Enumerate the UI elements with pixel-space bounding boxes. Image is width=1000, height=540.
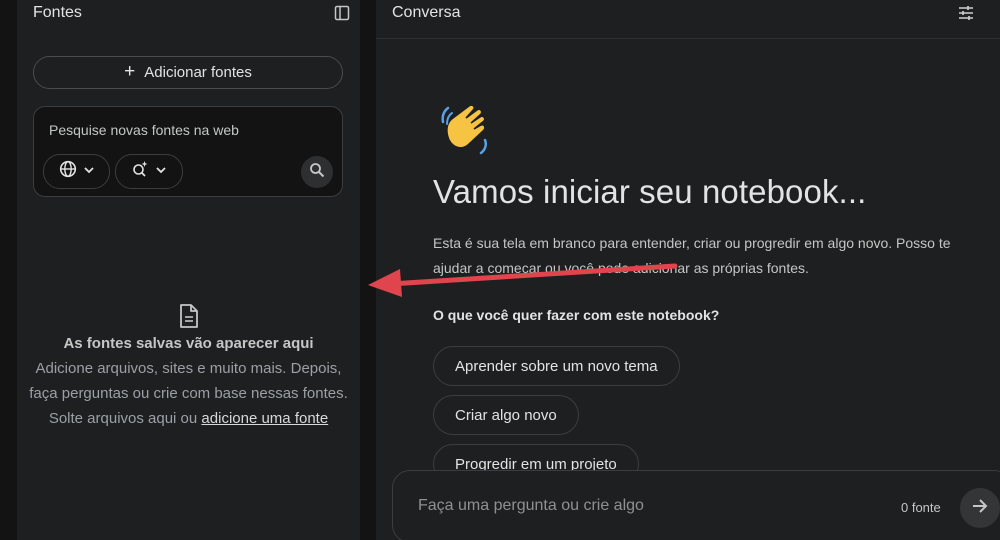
chat-composer: 0 fonte	[392, 470, 1000, 540]
tune-settings-icon[interactable]	[958, 5, 974, 21]
add-sources-label: Adicionar fontes	[144, 64, 252, 81]
add-sources-button[interactable]: + Adicionar fontes	[33, 56, 343, 89]
sources-title: Fontes	[33, 4, 82, 21]
source-count-badge: 0 fonte	[901, 500, 941, 515]
waving-hand-icon	[439, 100, 495, 156]
sources-header: Fontes	[17, 0, 360, 26]
web-search-card	[33, 106, 343, 197]
globe-icon	[59, 160, 77, 183]
document-icon	[178, 303, 200, 329]
sources-panel: Fontes + Adicionar fontes Pesquise novas…	[17, 0, 360, 540]
empty-state-title: As fontes salvas vão aparecer aqui	[63, 335, 314, 352]
send-button[interactable]	[960, 488, 1000, 528]
add-source-link[interactable]: adicione uma fonte	[201, 410, 328, 427]
chat-panel: Conversa Vamos iniciar seu notebook... E…	[376, 0, 1000, 540]
suggestion-chip-create[interactable]: Criar algo novo	[433, 395, 579, 435]
chevron-down-icon	[155, 163, 167, 181]
notebook-question: O que você quer fazer com este notebook?	[433, 307, 720, 323]
plus-icon: +	[124, 61, 136, 82]
web-search-input[interactable]	[49, 122, 319, 138]
chevron-down-icon	[83, 163, 95, 181]
arrow-right-icon	[971, 497, 989, 520]
chat-title: Conversa	[392, 4, 461, 21]
chat-header: Conversa	[376, 0, 1000, 39]
suggestion-chip-learn[interactable]: Aprender sobre um novo tema	[433, 346, 680, 386]
notebook-app: Fontes + Adicionar fontes Pesquise novas…	[0, 0, 1000, 540]
web-source-dropdown[interactable]	[43, 154, 110, 189]
chat-input[interactable]	[418, 497, 818, 515]
drop-files-text: Solte arquivos aqui ou adicione uma font…	[17, 406, 360, 431]
search-submit-button[interactable]	[301, 156, 333, 188]
welcome-title: Vamos iniciar seu notebook...	[433, 173, 867, 210]
welcome-description: Esta é sua tela em branco para entender,…	[433, 235, 951, 276]
drop-files-label: Solte arquivos aqui ou	[48, 410, 202, 427]
search-mode-dropdown[interactable]	[115, 154, 183, 189]
sparkle-search-icon	[131, 160, 149, 183]
search-icon	[309, 162, 325, 183]
sources-empty-state: As fontes salvas vão aparecer aqui Adici…	[17, 303, 360, 431]
collapse-panel-icon[interactable]	[334, 5, 350, 21]
empty-state-description: Adicione arquivos, sites e muito mais. D…	[29, 360, 348, 402]
